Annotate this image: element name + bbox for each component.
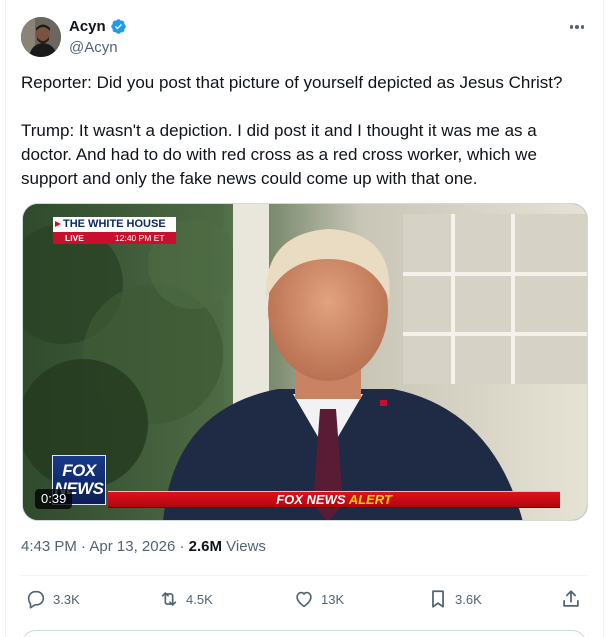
video-duration-badge: 0:39 <box>35 489 73 509</box>
views-label: Views <box>226 538 266 555</box>
tweet-paragraph: Trump: It wasn't a depiction. I did post… <box>21 121 537 188</box>
alert-network-label: FOX NEWS <box>276 492 346 507</box>
repost-count: 4.5K <box>186 591 213 607</box>
live-time-strip: LIVE 12:40 PM ET <box>53 232 176 244</box>
tweet-date[interactable]: Apr 13, 2026 <box>89 538 175 555</box>
author-avatar[interactable] <box>21 17 61 57</box>
network-logo-line1: FOX <box>62 461 96 480</box>
views-count: 2.6M <box>188 538 222 555</box>
bookmark-count: 3.6K <box>455 591 482 607</box>
alert-word-label: ALERT <box>348 492 392 507</box>
bookmark-icon <box>432 590 444 608</box>
reply-icon <box>27 590 45 609</box>
meta-separator: · <box>81 538 87 555</box>
meta-separator: · <box>179 538 185 555</box>
tweet-time[interactable]: 4:43 PM <box>21 538 77 555</box>
video-player[interactable]: THE WHITE HOUSE LIVE 12:40 PM ET FOX NEW… <box>22 203 588 521</box>
repost-icon <box>161 592 177 606</box>
location-label: THE WHITE HOUSE <box>53 217 176 232</box>
live-label: LIVE <box>65 233 84 243</box>
action-bar: 3.3K 4.5K 13K 3.6K <box>21 586 587 612</box>
tweet-text: Reporter: Did you post that picture of y… <box>21 71 591 191</box>
reply-count: 3.3K <box>53 591 80 607</box>
more-dot-icon <box>580 25 585 29</box>
tweet-paragraph: Reporter: Did you post that picture of y… <box>21 73 563 92</box>
video-frame <box>23 204 587 520</box>
alert-banner: FOX NEWS ALERT <box>108 491 560 508</box>
heart-icon <box>296 591 312 608</box>
verified-badge-icon <box>110 19 126 34</box>
divider <box>21 575 587 576</box>
more-dot-icon <box>575 25 579 29</box>
tweet-meta: 4:43 PM · Apr 13, 2026 · 2.6M Views <box>21 538 266 555</box>
author-display-name[interactable]: Acyn <box>69 18 106 35</box>
like-count: 13K <box>321 591 345 607</box>
like-button[interactable]: 13K <box>293 586 344 612</box>
broadcast-time: 12:40 PM ET <box>115 233 165 243</box>
more-options-button[interactable] <box>566 18 588 36</box>
share-icon <box>563 590 579 607</box>
avatar-photo <box>21 17 61 57</box>
reply-button[interactable]: 3.3K <box>25 586 80 612</box>
share-button[interactable] <box>560 586 582 612</box>
reply-composer[interactable] <box>21 630 587 637</box>
author-name-row: Acyn <box>69 18 127 35</box>
more-dot-icon <box>569 25 574 29</box>
repost-button[interactable]: 4.5K <box>158 586 213 612</box>
live-location-graphic: THE WHITE HOUSE LIVE 12:40 PM ET <box>53 217 176 244</box>
bookmark-button[interactable]: 3.6K <box>427 586 482 612</box>
author-handle[interactable]: @Acyn <box>69 39 118 56</box>
